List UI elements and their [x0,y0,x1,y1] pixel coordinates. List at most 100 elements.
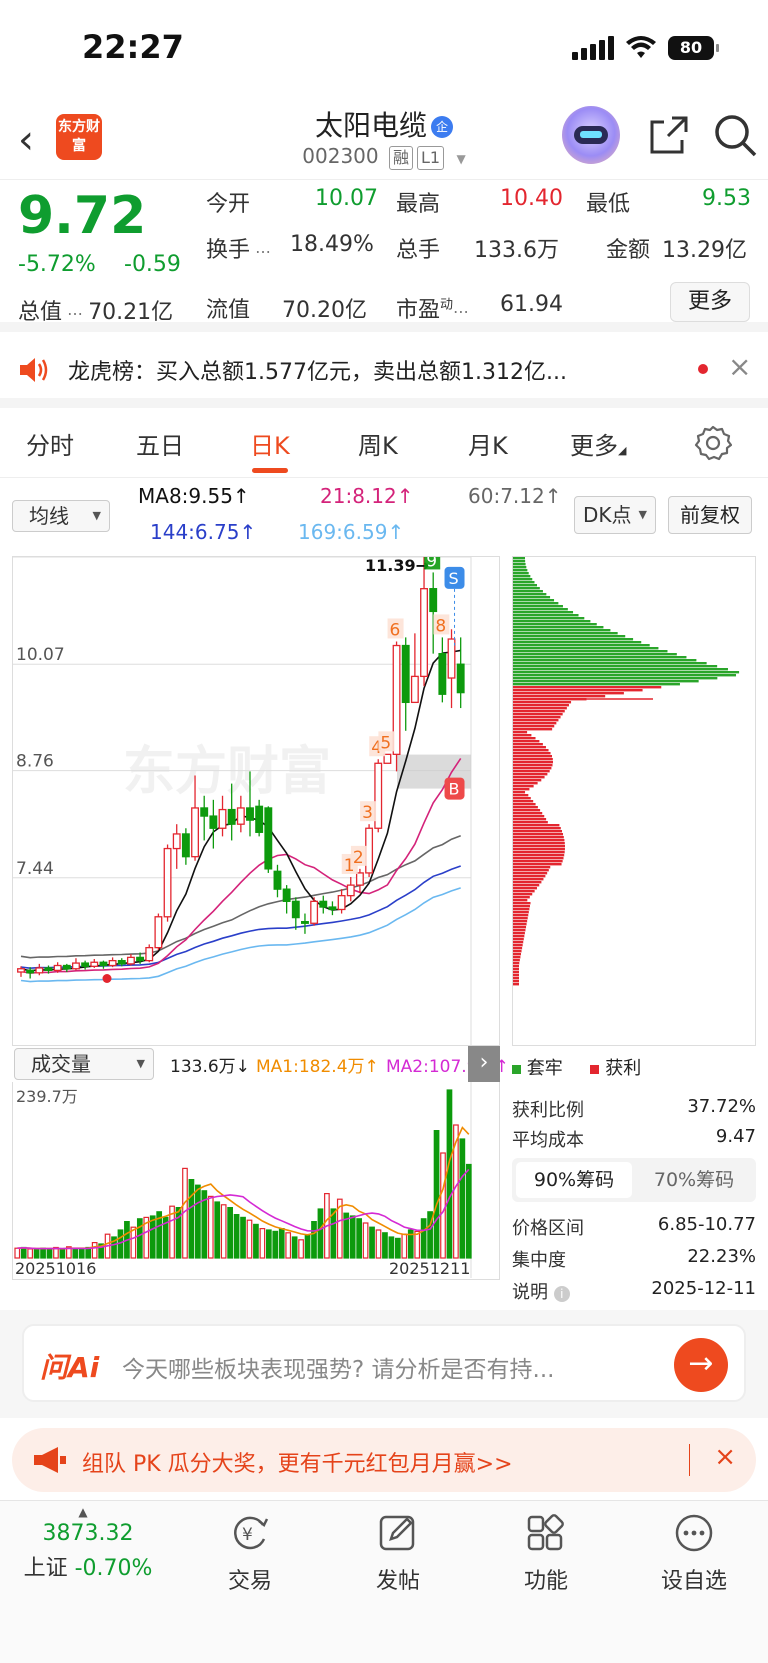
chip-bar-trapped [513,671,740,674]
price-range-label: 价格区间 [512,1218,584,1239]
info-icon: i [553,1286,570,1302]
change-percent: -5.72% [18,252,96,277]
nav-post-label: 发帖 [375,1569,420,1594]
wifi-icon [626,36,656,58]
chip-distribution[interactable] [512,556,756,1046]
volume-bar [188,1178,195,1259]
tab-intraday[interactable]: 分时 [26,426,74,461]
nav-trade-label: 交易 [227,1569,272,1594]
tab-weekly-k[interactable]: 周K [358,426,398,461]
chip-bar-profit [513,710,565,713]
ai-input[interactable]: 今天哪些板块表现强势? 请分析是否有持... [122,1350,554,1384]
chip-bar-trapped [513,587,540,590]
chip-bar-profit [513,704,569,707]
promo-banner[interactable]: 组队 PK 瓜分大奖，更有千元红包月月赢>> × [12,1428,756,1492]
ai-ask-bar[interactable]: 问Ai 今天哪些板块表现强势? 请分析是否有持... → [22,1324,746,1402]
chip-bar-profit [513,914,529,917]
chip-bar-profit [513,884,540,887]
note-label[interactable]: 说明 i [512,1278,570,1304]
chip-bar-profit [513,764,553,767]
chip-bar-profit [513,782,538,785]
tab-monthly-k[interactable]: 月K [468,426,508,461]
volume-chart[interactable]: 239.7万 20251016 20251211 [12,1082,500,1280]
candle [145,946,154,962]
chip-bar-trapped [513,623,597,626]
candle [181,833,190,858]
indicator-select[interactable]: 均线 [12,500,110,532]
kline-chart[interactable]: 东方财富11.3910.078.767.4411.39→123456789SB [12,534,500,1046]
chip-bar-trapped [513,665,718,668]
candle [438,652,447,695]
chip-bar-profit [513,968,519,971]
index-name: 上证 [23,1556,68,1581]
buy-signal: B [449,780,460,799]
volume-svg: 239.7万 20251016 20251211 [14,1082,472,1278]
volume-bar [59,1249,66,1259]
adjust-button[interactable]: 前复权 [668,496,752,534]
more-button[interactable]: 更多 [670,282,750,322]
nav-watchlist[interactable]: 设自选 [620,1513,768,1595]
chip-bar-trapped [513,581,535,584]
nav-trade[interactable]: ¥ 交易 [176,1513,324,1595]
index-quote[interactable]: ▲ 3873.32 上证 -0.70% [14,1505,162,1582]
tab-five-day[interactable]: 五日 [136,426,184,461]
chip-bar-profit [513,821,548,824]
chip-bar-profit [513,689,643,692]
chip-bar-profit [513,896,530,899]
chip-bar-profit [513,902,531,905]
tab-chip-90[interactable]: 90%筹码 [516,1162,632,1198]
dk-point-button[interactable]: DK点 [574,496,656,534]
chip-date: 2025-12-11 [651,1278,756,1299]
chip-bar-profit [513,770,550,773]
volume-bar [240,1216,246,1259]
low-value: 9.53 [702,186,751,211]
chip-legend: 套牢 获利 [512,1054,641,1080]
chip-bar-profit [513,971,519,974]
volume-bar [91,1242,98,1259]
volume-bar [72,1247,79,1259]
arrow-right-icon[interactable]: → [674,1338,728,1392]
volume-bar [195,1184,201,1259]
price-range-value: 6.85-10.77 [657,1214,756,1235]
candle [264,807,273,870]
profit-ratio-label: 获利比例 [512,1100,584,1121]
tab-chip-70[interactable]: 70%筹码 [636,1162,752,1198]
chip-bar-trapped [513,599,555,602]
nav-function[interactable]: 功能 [472,1513,620,1595]
chip-bar-trapped [513,575,531,578]
caret-up-icon: ▲ [78,1505,88,1519]
total-value: 总值 ⋯ 70.21亿 [18,300,174,325]
close-icon[interactable]: × [714,1442,736,1472]
dragon-tiger-banner[interactable]: 龙虎榜：买入总额1.577亿元，卖出总额1.312亿... × [0,332,768,408]
avg-cost-label: 平均成本 [512,1130,584,1151]
nav-post[interactable]: 发帖 [324,1513,472,1595]
chip-bar-profit [513,887,537,890]
volume-bar [401,1233,408,1259]
tab-daily-k[interactable]: 日K [250,426,290,473]
more-dots-icon [675,1514,713,1552]
tab-more[interactable]: 更多◢ [570,426,626,461]
chip-bar-trapped [513,656,687,659]
chip-bar-profit [513,848,565,851]
ai-logo: 问Ai [40,1351,100,1384]
chevron-right-icon[interactable]: › [468,1046,500,1082]
gear-icon[interactable] [694,424,732,462]
ai-assistant-avatar[interactable] [562,106,620,164]
kline-svg: 东方财富11.3910.078.767.4411.39→123456789SB [13,534,472,1045]
close-icon[interactable]: × [728,350,751,383]
share-icon[interactable] [648,114,690,156]
chip-bar-trapped [513,605,563,608]
ma8-value: MA8:9.55↑ [138,484,250,508]
chip-bar-profit [513,962,520,965]
chip-bar-trapped [513,563,526,566]
chip-bar-profit [513,944,523,947]
ma169-value: 169:6.59↑ [298,520,405,544]
volume-bar [298,1239,304,1259]
open-value: 10.07 [315,186,378,211]
chip-bar-profit [513,725,555,728]
chip-bar-trapped [513,557,525,560]
search-icon[interactable] [712,112,758,158]
volume-indicator-select[interactable]: 成交量 [14,1048,154,1080]
chip-tabs: 90%筹码 70%筹码 [512,1158,756,1202]
volume-bar [265,1229,272,1259]
